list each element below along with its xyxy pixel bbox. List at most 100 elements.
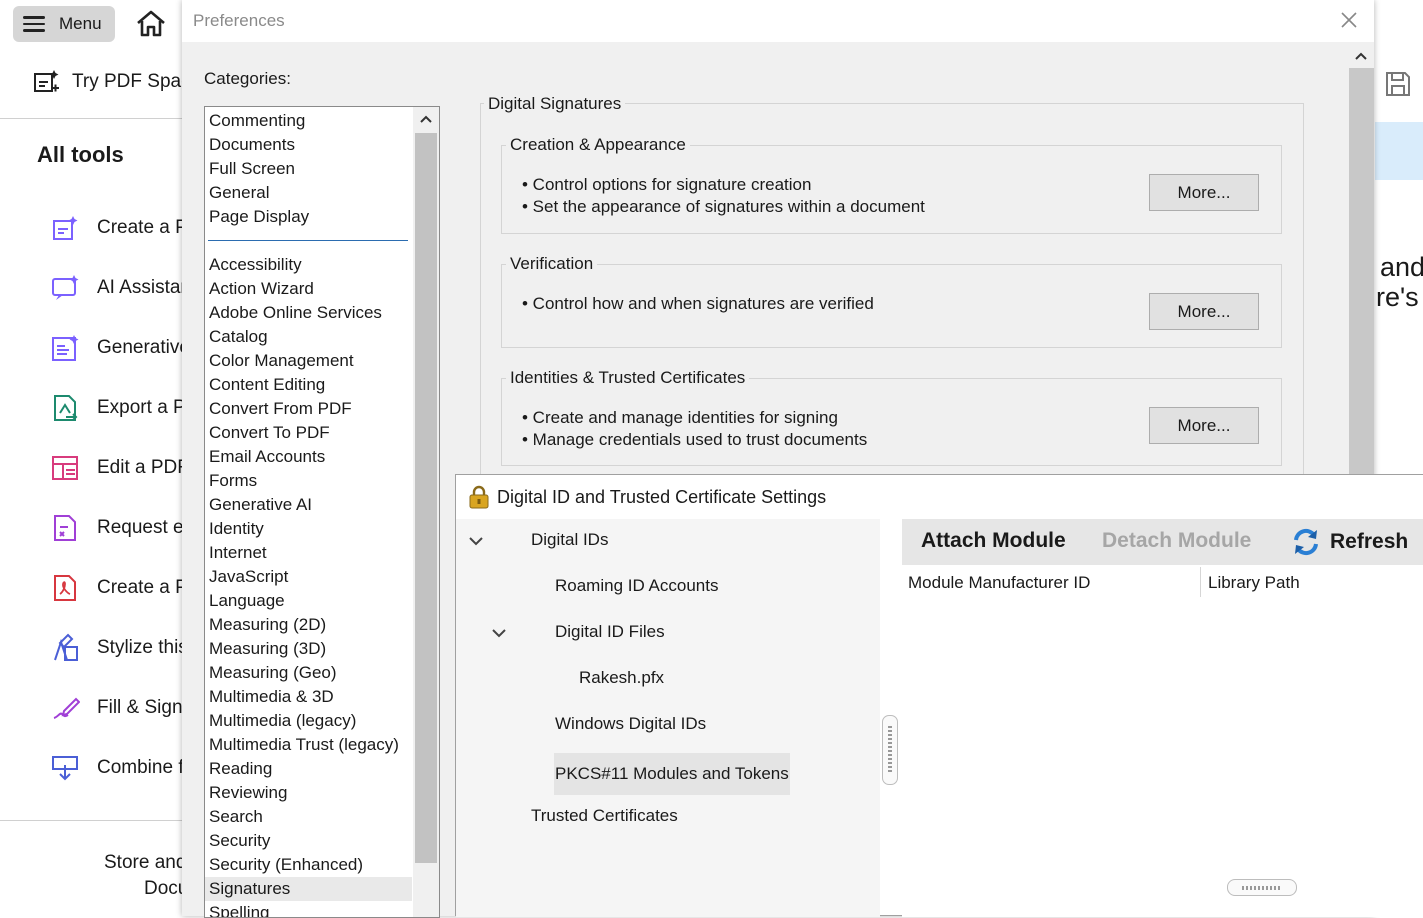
tool-label: Stylize this [97,637,188,658]
tree-item-rakesh-pfx[interactable]: Rakesh.pfx [579,657,664,699]
tool-label: Export a P [97,397,186,418]
lock-icon [469,485,489,509]
tool-label: AI Assistar [97,277,187,298]
category-item[interactable]: Forms [209,469,257,493]
tool-item-request-esign[interactable]: Request e [50,513,184,543]
category-item[interactable]: Convert To PDF [209,421,330,445]
bullet-text: • Set the appearance of signatures withi… [522,197,925,216]
bullet-text: • Manage credentials used to trust docum… [522,430,868,449]
category-item[interactable]: Color Management [209,349,354,373]
category-item[interactable]: Page Display [209,205,309,229]
scroll-up-icon[interactable] [1354,50,1368,62]
save-icon[interactable] [1384,70,1412,98]
category-item[interactable]: Multimedia (legacy) [209,709,356,733]
tool-label: Generative [97,337,190,358]
category-item[interactable]: Reviewing [209,781,287,805]
dialog-title: Preferences [193,11,285,30]
chevron-down-icon[interactable] [467,535,485,547]
category-item[interactable]: Generative AI [209,493,312,517]
close-icon[interactable] [1339,10,1359,30]
chevron-down-icon[interactable] [490,627,508,639]
category-item[interactable]: Measuring (Geo) [209,661,337,685]
modules-toolbar: Attach Module Detach Module Refresh [902,519,1423,565]
category-item[interactable]: Adobe Online Services [209,301,382,325]
category-item[interactable]: Search [209,805,263,829]
category-item[interactable]: Spelling [209,901,270,917]
categories-scrollbar[interactable] [413,107,439,917]
category-item[interactable]: Email Accounts [209,445,325,469]
category-item[interactable]: General [209,181,269,205]
tool-label: Fill & Sign [97,697,183,718]
category-item[interactable]: Catalog [209,325,268,349]
category-item[interactable]: Reading [209,757,272,781]
category-item[interactable]: Security [209,829,270,853]
tool-item-ai-assistant[interactable]: AI Assistar [50,273,187,303]
tool-item-create-pdf-red[interactable]: Create a P [50,573,188,603]
tree-item-roaming-id-accounts[interactable]: Roaming ID Accounts [555,565,718,607]
tree-item-pkcs11-modules[interactable]: PKCS#11 Modules and Tokens [554,753,790,795]
column-header-manufacturer[interactable]: Module Manufacturer ID [908,573,1090,593]
generative-icon [52,335,79,361]
tool-item-edit-pdf[interactable]: Edit a PDF [50,453,189,483]
tool-item-stylize[interactable]: Stylize this [50,633,188,663]
create-pdf-icon [53,216,78,240]
category-item[interactable]: Commenting [209,109,305,133]
category-item[interactable]: Measuring (3D) [209,637,326,661]
tree-item-digital-id-files[interactable]: Digital ID Files [555,611,665,653]
column-separator[interactable] [1200,567,1201,597]
store-and-share-text: Store and Docu [104,852,189,899]
category-item[interactable]: Internet [209,541,267,565]
tool-label: Edit a PDF [97,457,189,478]
category-item[interactable]: Accessibility [209,253,302,277]
refresh-label: Refresh [1330,530,1409,553]
preferences-scroll-thumb[interactable] [1349,68,1374,498]
tree-item-digital-ids[interactable]: Digital IDs [531,519,608,561]
verification-more-button[interactable]: More... [1149,293,1259,330]
fill-sign-icon [53,697,80,719]
pane-splitter-handle[interactable] [882,715,898,785]
refresh-button[interactable]: Refresh [1290,526,1408,558]
attach-module-button[interactable]: Attach Module [921,529,1066,553]
identities-more-button[interactable]: More... [1149,407,1259,444]
category-item[interactable]: Convert From PDF [209,397,352,421]
category-item[interactable]: Action Wizard [209,277,314,301]
tool-item-create-pdf[interactable]: Create a P [50,213,188,243]
home-icon[interactable] [134,8,168,40]
category-item[interactable]: Identity [209,517,264,541]
request-esign-icon [54,515,76,541]
scroll-up-icon[interactable] [418,113,434,125]
categories-scroll-thumb[interactable] [415,133,437,863]
create-pdf-red-icon [54,575,76,601]
tool-label: Create a P [97,217,188,238]
tool-label: Create a P [97,577,188,598]
tool-item-combine-files[interactable]: Combine f [50,753,184,783]
category-item[interactable]: Multimedia & 3D [209,685,334,709]
category-item[interactable]: JavaScript [209,565,288,589]
category-item[interactable]: Full Screen [209,157,295,181]
tool-label: Request e [97,517,184,538]
bullet-text: • Control how and when signatures are ve… [522,294,874,313]
category-item[interactable]: Measuring (2D) [209,613,326,637]
category-item-selected[interactable]: Signatures [205,877,412,901]
try-pdf-spaces-link[interactable]: Try PDF Spac [32,68,191,96]
verification-title: Verification [506,254,598,274]
category-item[interactable]: Language [209,589,285,613]
tree-item-windows-digital-ids[interactable]: Windows Digital IDs [555,703,706,745]
preferences-title-bar: Preferences [182,0,1374,42]
category-item[interactable]: Security (Enhanced) [209,853,363,877]
tree-item-trusted-certificates[interactable]: Trusted Certificates [531,795,678,837]
tool-item-fill-sign[interactable]: Fill & Sign [50,693,183,723]
menu-button[interactable]: Menu [13,6,115,42]
detach-module-button[interactable]: Detach Module [1102,529,1251,553]
creation-more-button[interactable]: More... [1149,174,1259,211]
horizontal-scroll-handle[interactable] [1227,879,1297,896]
tool-item-generative[interactable]: Generative [50,333,190,363]
category-item[interactable]: Content Editing [209,373,325,397]
bullet-text: • Control options for signature creation [522,175,812,194]
column-header-library-path[interactable]: Library Path [1208,573,1300,593]
stylize-icon [54,633,78,661]
category-item[interactable]: Documents [209,133,295,157]
tool-item-export-pdf[interactable]: Export a P [50,393,186,423]
category-item[interactable]: Multimedia Trust (legacy) [209,733,399,757]
categories-list[interactable]: Commenting Documents Full Screen General Pag… [204,106,440,918]
